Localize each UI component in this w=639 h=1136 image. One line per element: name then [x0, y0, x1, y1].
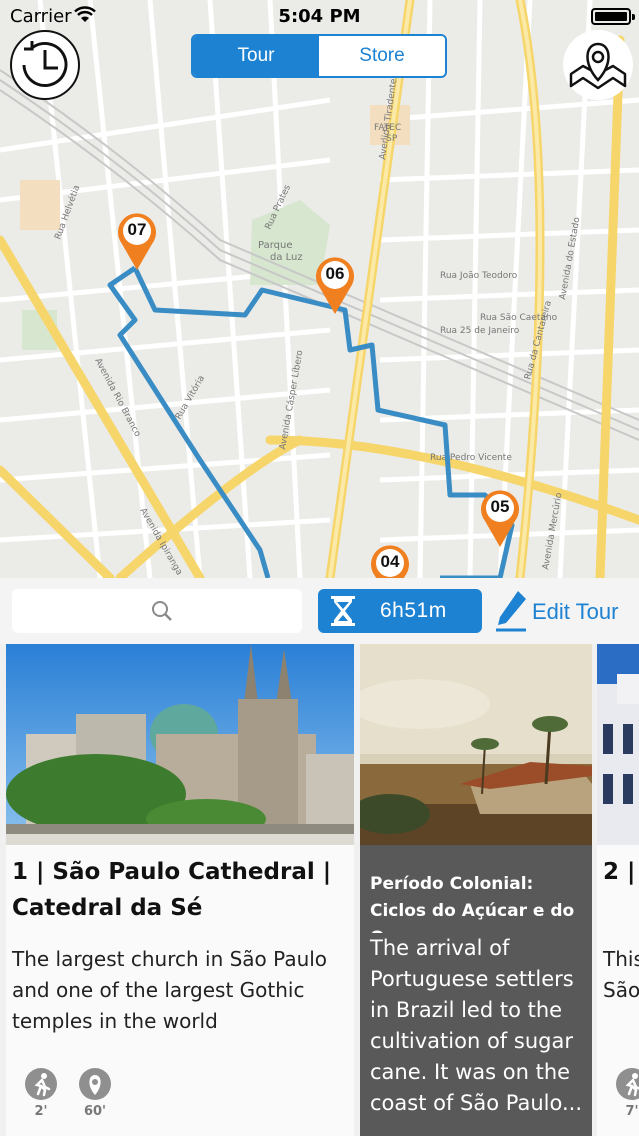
map-pin-04[interactable]: 04 — [365, 540, 415, 578]
search-field[interactable] — [12, 589, 302, 633]
tab-store[interactable]: Store — [319, 36, 445, 76]
pin-label: 06 — [325, 264, 345, 283]
svg-text:Rua João Teodoro: Rua João Teodoro — [440, 271, 518, 281]
visit-time: 60' — [78, 1068, 112, 1119]
walk-time: 7' — [615, 1068, 639, 1119]
pin-label: 05 — [490, 497, 510, 516]
card-description: The largest church in São Paulo and one … — [12, 947, 328, 1033]
map-pin-07[interactable]: 07 — [112, 208, 162, 272]
svg-text:Rua Pedro Vicente: Rua Pedro Vicente — [430, 453, 512, 463]
tour-toolbar: 6h51m Edit Tour — [0, 578, 639, 644]
walk-time: 2' — [24, 1068, 58, 1119]
cathedral-image — [6, 644, 354, 845]
tour-card-2[interactable]: Período Colonial: Ciclos do Açúcar e do … — [360, 644, 592, 1136]
location-pin-icon — [79, 1068, 111, 1100]
edit-tour-label: Edit Tour — [532, 599, 619, 624]
card-title: 1 | São Paulo Cathedral | Catedral da Sé — [12, 859, 332, 921]
card-title: Período Colonial: Ciclos do Açúcar e do … — [360, 845, 592, 948]
walk-time-value: 2' — [34, 1104, 48, 1119]
map-pin-06[interactable]: 06 — [310, 252, 360, 316]
map-view[interactable]: Parque da Luz FATEC - SP Rua João Teodor… — [0, 0, 639, 578]
tour-cards-carousel[interactable]: 1 | São Paulo Cathedral | Catedral da Sé… — [0, 644, 639, 1136]
history-button[interactable] — [10, 30, 80, 100]
tour-card-3[interactable]: 2 | Pát This São 7' — [597, 644, 639, 1136]
map-location-button[interactable] — [563, 30, 633, 100]
clock-time: 5:04 PM — [278, 6, 361, 27]
tab-tour[interactable]: Tour — [193, 36, 319, 76]
map-location-icon — [569, 42, 627, 90]
battery-icon — [591, 8, 635, 25]
patio-image — [597, 644, 639, 845]
svg-text:Rua 25 de Janeiro: Rua 25 de Janeiro — [440, 326, 520, 336]
map-pin-05[interactable]: 05 — [475, 485, 525, 549]
card-description: This São — [603, 947, 639, 1002]
svg-text:da Luz: da Luz — [270, 252, 303, 263]
pin-label: 07 — [127, 220, 147, 239]
tour-duration-button[interactable]: 6h51m — [318, 589, 482, 633]
tour-store-switch[interactable]: Tour Store — [191, 34, 447, 78]
status-bar: Carrier 5:04 PM — [0, 0, 639, 34]
tour-duration-value: 6h51m — [380, 599, 447, 622]
walking-icon — [25, 1068, 57, 1100]
tour-card-1[interactable]: 1 | São Paulo Cathedral | Catedral da Sé… — [6, 644, 354, 1136]
pencil-icon — [496, 591, 526, 632]
walk-time-value: 7' — [625, 1104, 639, 1119]
search-icon — [152, 601, 172, 621]
clock-history-icon — [22, 41, 68, 87]
card-title: 2 | Pát — [603, 859, 639, 885]
walking-icon — [616, 1068, 639, 1100]
visit-time-value: 60' — [83, 1104, 107, 1119]
pin-label: 04 — [380, 552, 400, 571]
hourglass-icon — [331, 596, 355, 626]
park-label: Parque — [258, 240, 292, 251]
colonial-painting-image — [360, 644, 592, 845]
card-description: The arrival of Portuguese settlers in Br… — [360, 933, 592, 1136]
